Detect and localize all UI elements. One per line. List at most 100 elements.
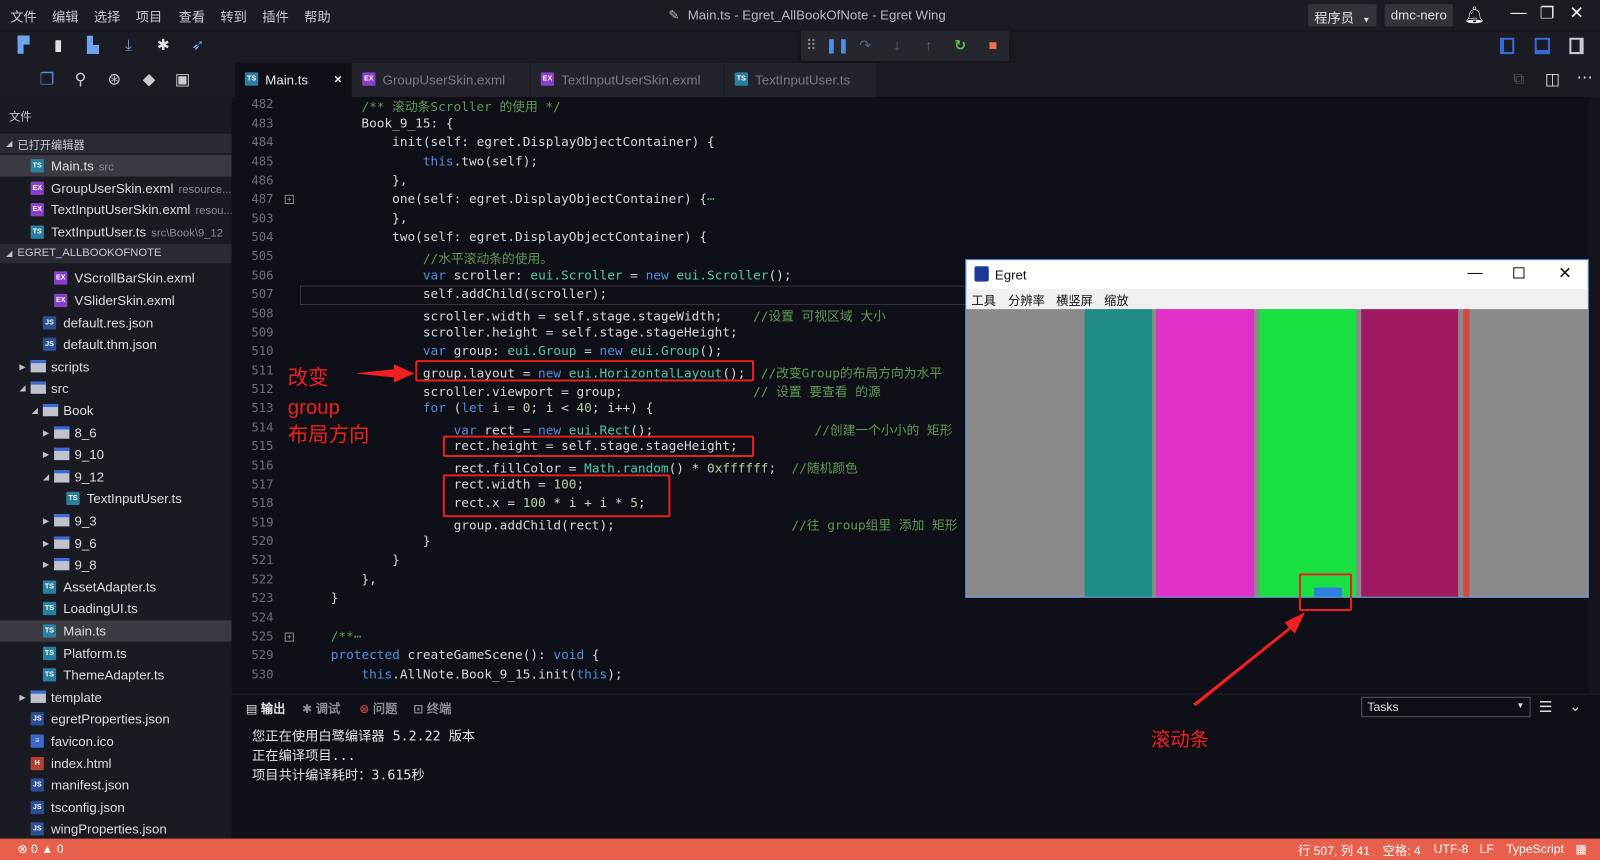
publish-icon[interactable]: ⤓	[119, 37, 137, 55]
code-line[interactable]: for (let i = 0; i < 40; i++) {	[300, 400, 653, 415]
open-editors-header[interactable]: ◢ 已打开编辑器	[0, 133, 232, 154]
task-select[interactable]: Tasks ▼	[1361, 696, 1531, 718]
file-item[interactable]: JS manifest.json	[0, 775, 232, 796]
code-line[interactable]: },	[300, 571, 376, 586]
code-line[interactable]: this.two(self);	[300, 153, 538, 168]
folder-item[interactable]: ▶ scripts	[0, 356, 232, 377]
chevron-right-icon[interactable]: ▶	[43, 450, 49, 459]
chevron-right-icon[interactable]: ▶	[43, 560, 49, 569]
user-button[interactable]: dmc-nero	[1384, 4, 1453, 27]
file-item[interactable]: TS TextInputUser.ts	[0, 488, 232, 509]
debug-icon[interactable]: ✱	[154, 37, 172, 55]
code-line[interactable]: //水平滚动条的使用。	[300, 248, 553, 267]
folder-item[interactable]: ▶ 9_10	[0, 444, 232, 465]
menu-edit[interactable]: 编辑	[52, 6, 79, 25]
open-editor-item[interactable]: EX TextInputUserSkin.exml resou...	[0, 199, 232, 220]
open-editor-item[interactable]: TS Main.ts src	[0, 155, 232, 177]
code-line[interactable]: init(self: egret.DisplayObjectContainer)…	[300, 134, 715, 149]
git-icon[interactable]: ◆	[139, 69, 159, 89]
save-all-icon[interactable]: ▙	[84, 37, 102, 55]
chevron-down-icon[interactable]: ◢	[19, 384, 25, 393]
pause-icon[interactable]: ❚❚	[826, 37, 850, 54]
split-editor-icon[interactable]: ◫	[1545, 69, 1560, 89]
code-line[interactable]: two(self: egret.DisplayObjectContainer) …	[300, 229, 707, 244]
panel-tab-terminal[interactable]: ⊡ 终端	[413, 700, 451, 717]
panel-tab-output[interactable]: ▤ 输出	[246, 700, 285, 717]
fold-expand-icon[interactable]: +	[284, 632, 294, 642]
menu-help[interactable]: 帮助	[304, 6, 331, 25]
language-mode[interactable]: TypeScript	[1506, 842, 1564, 856]
panel-tab-debug[interactable]: ✱ 调试	[302, 700, 340, 717]
menu-view[interactable]: 查看	[179, 6, 206, 25]
extensions-icon[interactable]: ⊛	[104, 69, 124, 89]
chevron-right-icon[interactable]: ▶	[43, 428, 49, 437]
egret-minimize-icon[interactable]: —	[1467, 264, 1482, 281]
feedback-icon[interactable]: ▦	[1575, 842, 1587, 856]
more-actions-icon[interactable]: ⋯	[1577, 67, 1593, 87]
open-changes-icon[interactable]: ⧉	[1513, 70, 1524, 87]
tab-textinputuserskin-exml[interactable]: EX TextInputUserSkin.exml	[530, 63, 725, 97]
tab-groupuserskin-exml[interactable]: EX GroupUserSkin.exml	[352, 63, 531, 97]
code-line[interactable]: /**⋯	[300, 628, 362, 643]
toggle-panel-icon[interactable]	[1534, 37, 1550, 55]
egret-menu-tools[interactable]: 工具	[971, 292, 996, 309]
fold-expand-icon[interactable]: +	[284, 195, 294, 205]
egret-close-icon[interactable]: ✕	[1558, 263, 1572, 283]
role-dropdown[interactable]: 程序员 ▼	[1308, 4, 1377, 27]
folder-item[interactable]: ◢ src	[0, 378, 232, 399]
code-line[interactable]: },	[300, 210, 407, 225]
toggle-right-panel-icon[interactable]	[1569, 37, 1584, 55]
restore-icon[interactable]: ❐	[1540, 3, 1555, 23]
folder-item[interactable]: ▶ 9_3	[0, 510, 232, 531]
drag-handle-icon[interactable]: ⠿	[803, 37, 819, 54]
file-item[interactable]: TS LoadingUI.ts	[0, 598, 232, 619]
file-item[interactable]: Hindex.html	[0, 752, 232, 773]
step-over-icon[interactable]: ↷	[857, 37, 873, 54]
restart-icon[interactable]: ↻	[952, 37, 968, 54]
file-item[interactable]: EX VScrollBarSkin.exml	[0, 268, 232, 289]
code-line[interactable]: var scroller: eui.Scroller = new eui.Scr…	[300, 267, 792, 282]
chevron-down-icon[interactable]: ⌄	[1569, 698, 1581, 715]
indentation[interactable]: 空格: 4	[1383, 842, 1421, 859]
egret-menu-orientation[interactable]: 横竖屏	[1056, 292, 1093, 309]
clear-output-icon[interactable]: ☰	[1539, 698, 1553, 716]
code-line[interactable]: protected createGameScene(): void {	[300, 647, 600, 662]
file-item[interactable]: JS tsconfig.json	[0, 797, 232, 818]
stop-icon[interactable]: ■	[985, 37, 1001, 53]
file-item[interactable]: TS AssetAdapter.ts	[0, 576, 232, 597]
file-item[interactable]: JS egretProperties.json	[0, 708, 232, 729]
project-header[interactable]: ◢ EGRET_ALLBOOKOFNOTE	[0, 244, 232, 264]
encoding[interactable]: UTF-8	[1434, 842, 1469, 856]
line-ending[interactable]: LF	[1480, 842, 1494, 856]
file-item[interactable]: TS ThemeAdapter.ts	[0, 664, 232, 685]
folder-item[interactable]: ◢ 9_12	[0, 466, 232, 487]
new-project-icon[interactable]: ▛	[14, 37, 32, 55]
code-line[interactable]: }	[300, 590, 339, 605]
open-editor-item[interactable]: EX GroupUserSkin.exml resource...	[0, 177, 232, 198]
step-into-icon[interactable]: ↓	[889, 37, 905, 53]
folder-item[interactable]: ◢ Book	[0, 400, 232, 421]
minimize-icon[interactable]: —	[1510, 4, 1526, 22]
error-count[interactable]: ⊗ 0 ▲ 0	[17, 842, 63, 856]
tab-main-ts[interactable]: TS Main.ts ×	[234, 63, 353, 97]
code-line[interactable]: self.addChild(scroller);	[300, 286, 607, 301]
chevron-right-icon[interactable]: ▶	[43, 516, 49, 525]
folder-item[interactable]: ▶ 8_6	[0, 422, 232, 443]
file-item[interactable]: JS wingProperties.json	[0, 819, 232, 840]
chevron-down-icon[interactable]: ◢	[43, 472, 49, 481]
toggle-sidebar-icon[interactable]	[1499, 37, 1515, 55]
file-item[interactable]: EX VSliderSkin.exml	[0, 290, 232, 311]
egret-menu-zoom[interactable]: 缩放	[1104, 292, 1129, 309]
chevron-right-icon[interactable]: ▶	[19, 362, 25, 371]
close-tab-icon[interactable]: ×	[334, 71, 342, 86]
menu-select[interactable]: 选择	[94, 6, 121, 25]
explorer-icon[interactable]: ❐	[37, 69, 57, 89]
code-line[interactable]: },	[300, 172, 407, 187]
chevron-right-icon[interactable]: ▶	[43, 538, 49, 547]
open-editor-item[interactable]: TS TextInputUser.ts src\Book\9_12	[0, 221, 232, 242]
code-line[interactable]: /** 滚动条Scroller 的使用 */	[300, 96, 560, 115]
step-out-icon[interactable]: ↑	[920, 37, 936, 53]
menu-plugins[interactable]: 插件	[262, 6, 289, 25]
chevron-right-icon[interactable]: ▶	[19, 693, 25, 702]
code-line[interactable]: scroller.viewport = group; // 设置 要查看 的源	[300, 381, 881, 400]
